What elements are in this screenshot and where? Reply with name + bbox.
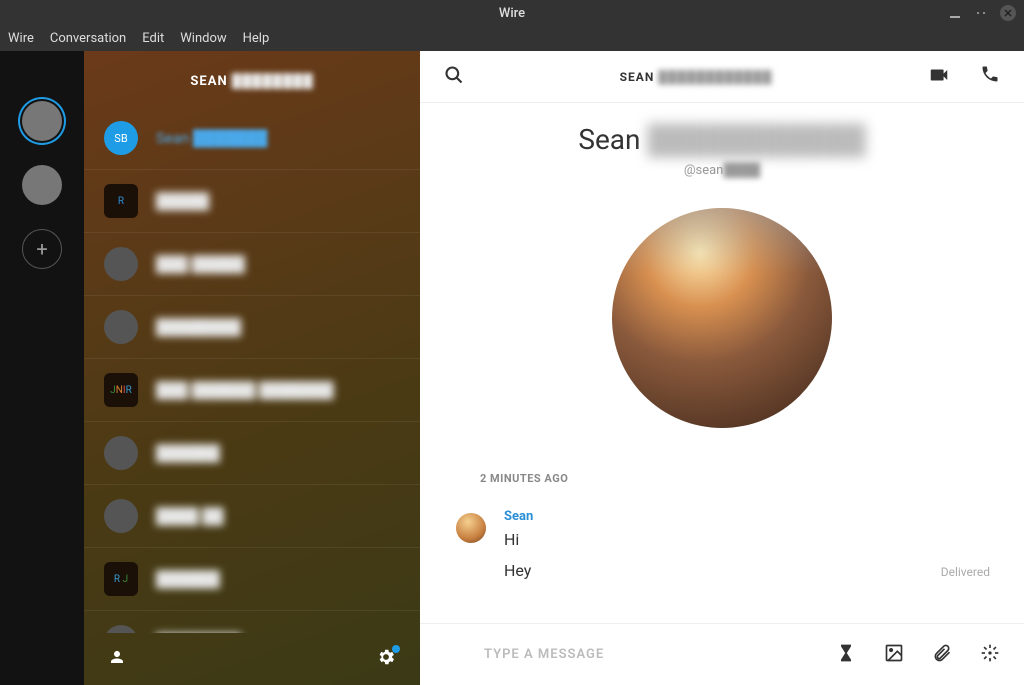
chat-body: Sean ███████████ @sean████ 2 MINUTES AGO… [420,103,1024,623]
convlist-header-blur: ████████ [232,74,314,89]
conversation-item[interactable]: JNIR ███ ██████ ███████ [84,359,420,422]
contacts-icon[interactable] [108,648,126,670]
message-composer [420,623,1024,685]
maximize-button[interactable] [976,8,986,18]
window-titlebar: Wire [0,0,1024,26]
conversation-item[interactable]: R J ██████ [84,548,420,611]
conversation-item[interactable]: ████ ██ [84,485,420,548]
video-call-icon[interactable] [928,64,950,90]
conversation-name: ███ █████ [156,255,245,273]
conversation-item[interactable]: ███ █████ [84,233,420,296]
chat-header-title[interactable]: SEAN ████████████ [464,70,928,84]
delivery-status: Delivered [941,565,990,579]
conversation-item[interactable]: ████████ [84,296,420,359]
conversation-avatar: R J [104,562,138,596]
settings-badge [392,645,400,653]
message-block: Sean Hi Hey Delivered [420,499,1024,584]
message-input[interactable] [444,647,808,662]
message-sender[interactable]: Sean [504,509,1000,524]
conversation-avatar: JNIR [104,373,138,407]
settings-icon[interactable] [376,647,396,671]
account-avatar-2[interactable] [22,165,62,205]
menu-wire[interactable]: Wire [8,31,34,46]
conversation-name: ███ ██████ ███████ [156,381,333,399]
minimize-button[interactable] [950,7,962,19]
timed-message-icon[interactable] [836,643,856,667]
conversation-name: Sean ███████ [156,129,267,147]
window-title: Wire [499,6,525,21]
conversation-avatar: SB [104,121,138,155]
chat-header: SEAN ████████████ [420,51,1024,103]
conversation-name: ██████ [156,444,220,462]
conversation-avatar [104,247,138,281]
conversation-name: ████ ██ [156,507,224,525]
conversation-avatar [104,310,138,344]
ping-icon[interactable] [980,643,1000,667]
conversation-avatar [104,436,138,470]
menu-window[interactable]: Window [180,31,226,46]
account-avatar-active[interactable] [22,101,62,141]
attachment-icon[interactable] [932,643,952,667]
add-account-button[interactable]: + [22,229,62,269]
message-avatar[interactable] [456,513,486,543]
menu-edit[interactable]: Edit [142,31,164,46]
conversation-item[interactable]: R █████ [84,170,420,233]
conversation-item[interactable]: ████████ [84,611,420,633]
conversation-name: ██████ [156,570,220,588]
contact-handle: @sean████ [420,162,1024,178]
contact-name: Sean ███████████ [420,123,1024,156]
search-icon[interactable] [444,65,464,89]
conversation-list: SEAN ████████ SB Sean ███████ R █████ ██… [84,51,420,685]
message-text: Hey [504,561,531,580]
conversation-avatar [104,499,138,533]
conversation-avatar: R [104,184,138,218]
conversation-name: ████████ [156,318,241,336]
menubar: Wire Conversation Edit Window Help [0,26,1024,51]
message-text: Hi [504,530,1000,549]
conversation-avatar [104,625,138,633]
voice-call-icon[interactable] [980,64,1000,90]
conversation-list-footer [84,633,420,685]
contact-profile: Sean ███████████ @sean████ [420,103,1024,458]
conversation-list-header: SEAN ████████ [84,51,420,107]
close-button[interactable] [1000,5,1016,21]
image-icon[interactable] [884,643,904,667]
account-rail: + [0,51,84,685]
conversation-item[interactable]: ██████ [84,422,420,485]
menu-help[interactable]: Help [243,31,270,46]
chat-pane: SEAN ████████████ Sean ███████████ @se [420,51,1024,685]
convlist-header-prefix: SEAN [190,74,227,89]
menu-conversation[interactable]: Conversation [50,31,126,46]
conversation-item-active[interactable]: SB Sean ███████ [84,107,420,170]
contact-profile-picture[interactable] [612,208,832,428]
conversation-name: █████ [156,192,209,210]
time-separator: 2 MINUTES AGO [420,458,1024,499]
